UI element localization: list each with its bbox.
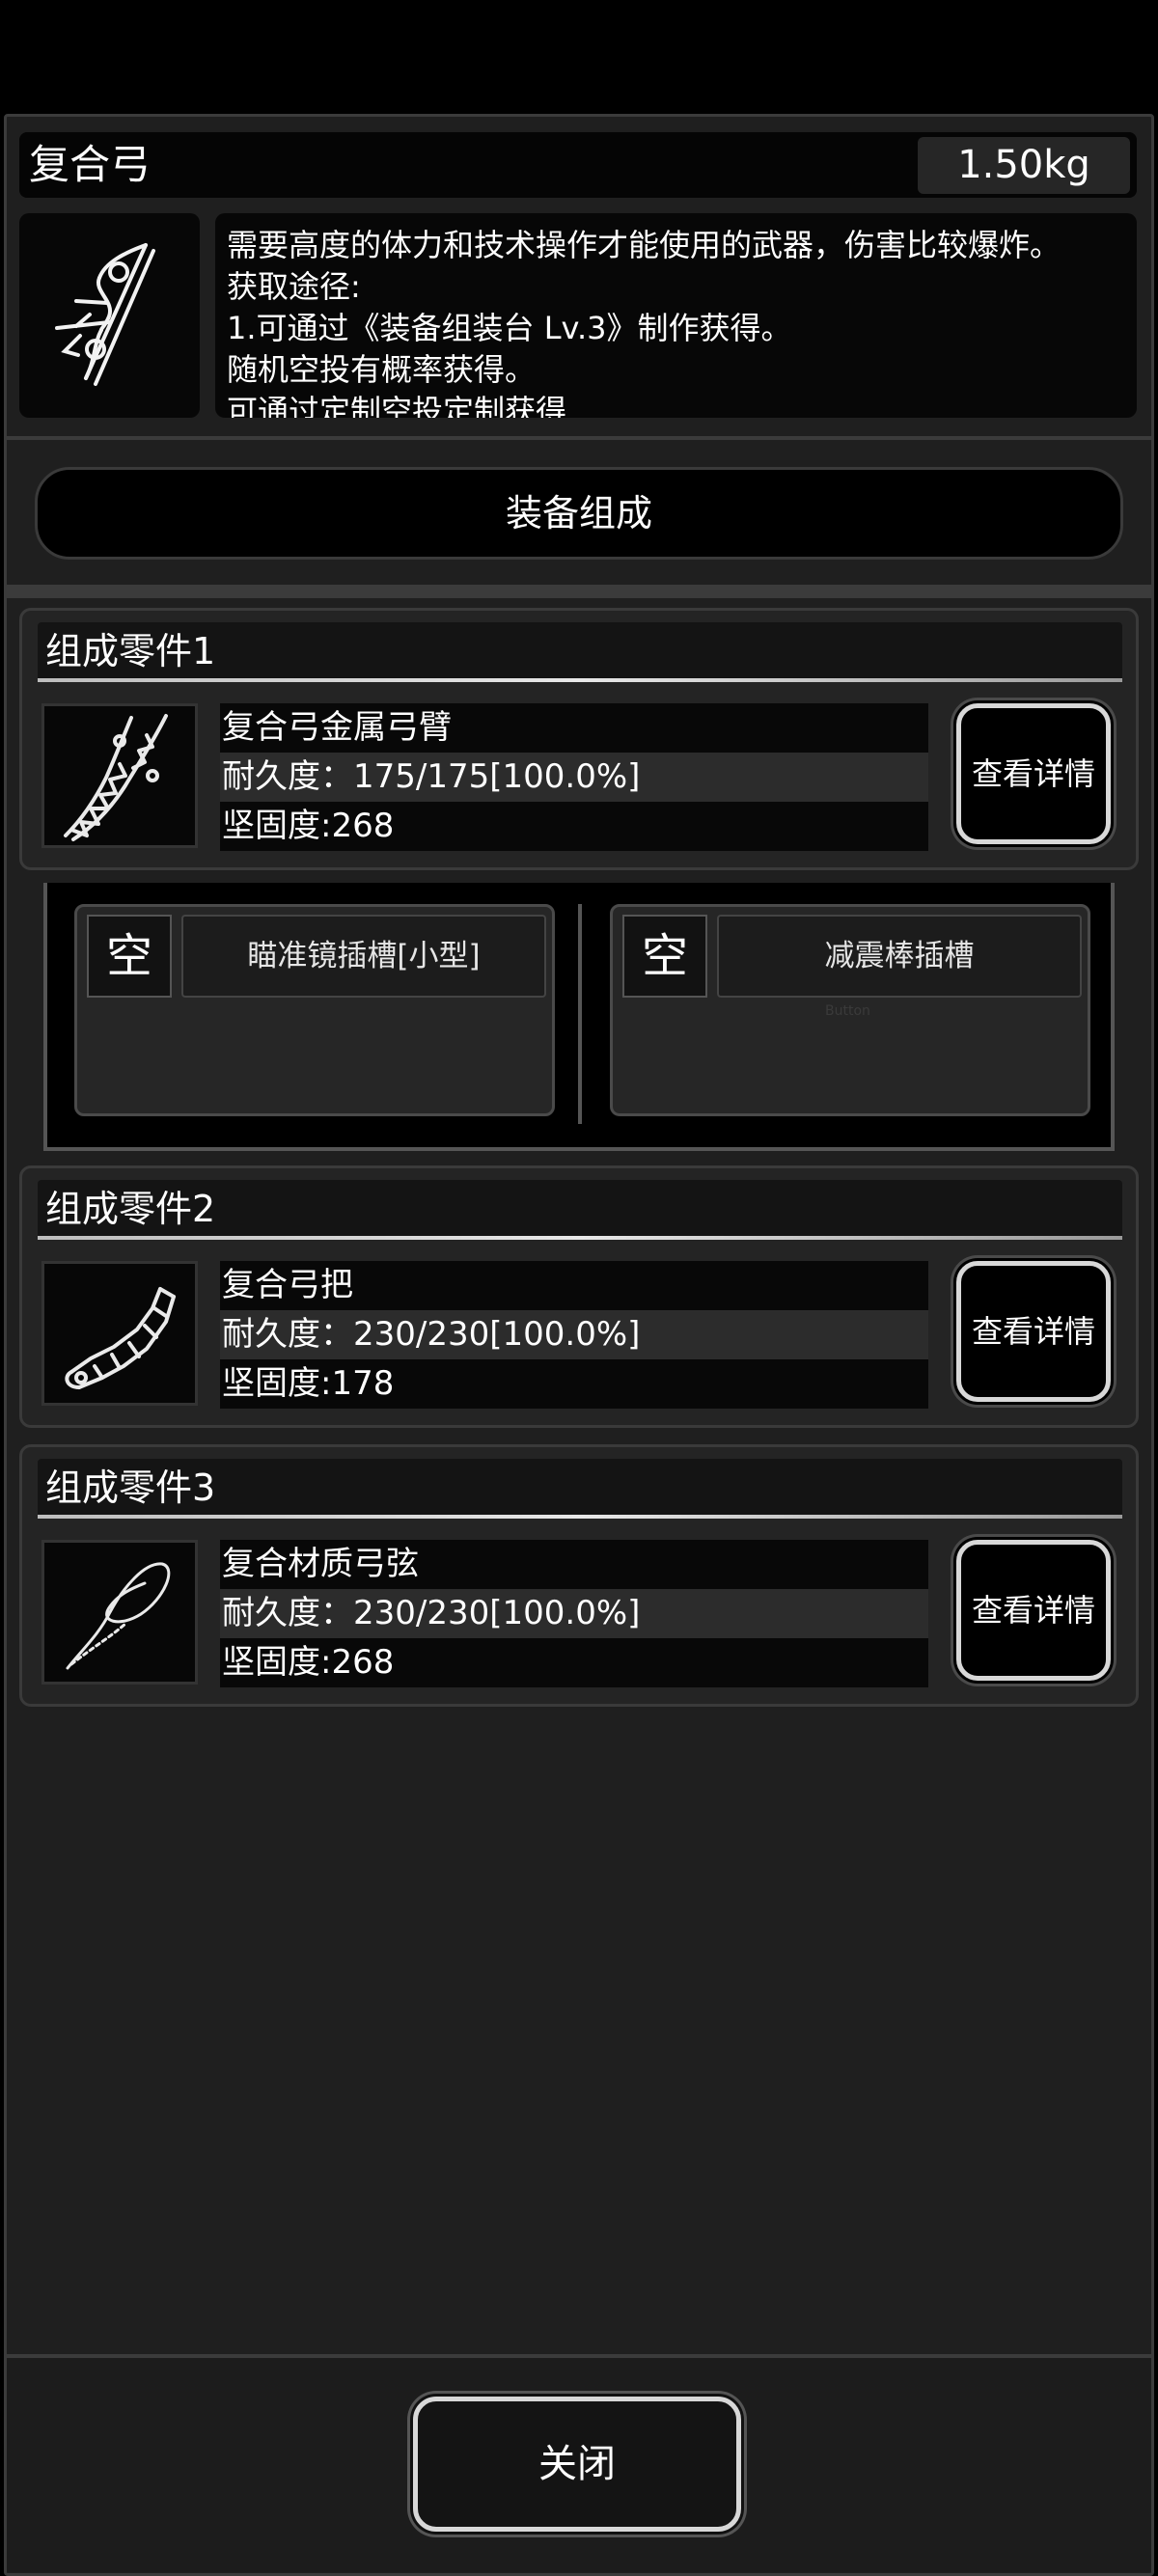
bow-grip-icon [65,1287,176,1389]
slot-status: 空 [87,915,172,998]
slot-hint: Button [825,1003,870,1019]
part-info: 复合弓把 耐久度：230/230[100.0%] 坚固度:178 [220,1261,928,1410]
attachment-slots: 空 瞄准镜插槽[小型] 空 减震棒插槽 Button [43,883,1115,1151]
part-info: 复合材质弓弦 耐久度：230/230[100.0%] 坚固度:268 [220,1540,928,1688]
part-durability: 耐久度：230/230[100.0%] [220,1589,928,1638]
part-header: 组成零件2 [38,1180,1122,1240]
divider [578,904,582,1124]
part-name: 复合弓金属弓臂 [220,703,928,753]
bow-string-icon [66,1562,171,1670]
description-line: 1.可通过《装备组装台 Lv.3》制作获得。 [227,310,792,346]
divider [4,436,1154,440]
slot-name: 瞄准镜插槽[小型] [181,915,546,998]
part-name: 复合弓把 [220,1261,928,1310]
compound-bow-icon [54,243,155,386]
part-header: 组成零件3 [38,1459,1122,1519]
part-title: 组成零件1 [45,630,216,672]
assembly-tab[interactable]: 装备组成 [35,467,1123,560]
part-hardness: 坚固度:178 [220,1359,928,1409]
part-info: 复合弓金属弓臂 耐久度：175/175[100.0%] 坚固度:268 [220,703,928,852]
slot-scope[interactable]: 空 瞄准镜插槽[小型] [74,904,555,1116]
part-image [41,1540,198,1685]
part-panel-2: 组成零件2 复合弓把 耐久度：230/230[100.0%] 坚固度:178 查… [19,1165,1139,1428]
close-button[interactable]: 关闭 [413,2397,741,2532]
item-name: 复合弓 [29,141,152,188]
bow-limb-icon [64,714,168,841]
item-weight: 1.50kg [918,137,1130,194]
item-description: 需要高度的体力和技术操作才能使用的武器，伤害比较爆炸。 获取途径: 1.可通过《… [215,213,1137,418]
view-details-button[interactable]: 查看详情 [956,703,1111,844]
description-line: 随机空投有概率获得。 [227,351,537,388]
part-title: 组成零件2 [45,1188,216,1230]
part-durability: 耐久度：230/230[100.0%] [220,1310,928,1359]
description-line: 获取途径: [227,268,361,305]
item-image [19,213,200,418]
part-header: 组成零件1 [38,622,1122,682]
part-title: 组成零件3 [45,1466,216,1509]
slot-name: 减震棒插槽 [717,915,1082,998]
divider [4,585,1154,598]
view-details-button[interactable]: 查看详情 [956,1261,1111,1402]
slot-status: 空 [622,915,707,998]
part-image [41,1261,198,1406]
part-panel-3: 组成零件3 复合材质弓弦 耐久度：230/230[100.0%] 坚固度:268… [19,1444,1139,1707]
part-hardness: 坚固度:268 [220,802,928,851]
part-name: 复合材质弓弦 [220,1540,928,1589]
part-image [41,703,198,848]
part-durability: 耐久度：175/175[100.0%] [220,753,928,802]
description-line: 可通过定制空投定制获得 [227,393,567,418]
part-panel-1: 组成零件1 复合弓金属弓臂 耐久度：175/175[100.0%] 坚固度:26… [19,608,1139,870]
description-line: 需要高度的体力和技术操作才能使用的武器，伤害比较爆炸。 [227,227,1062,263]
view-details-button[interactable]: 查看详情 [956,1540,1111,1681]
part-hardness: 坚固度:268 [220,1638,928,1687]
slot-damper[interactable]: 空 减震棒插槽 Button [610,904,1090,1116]
